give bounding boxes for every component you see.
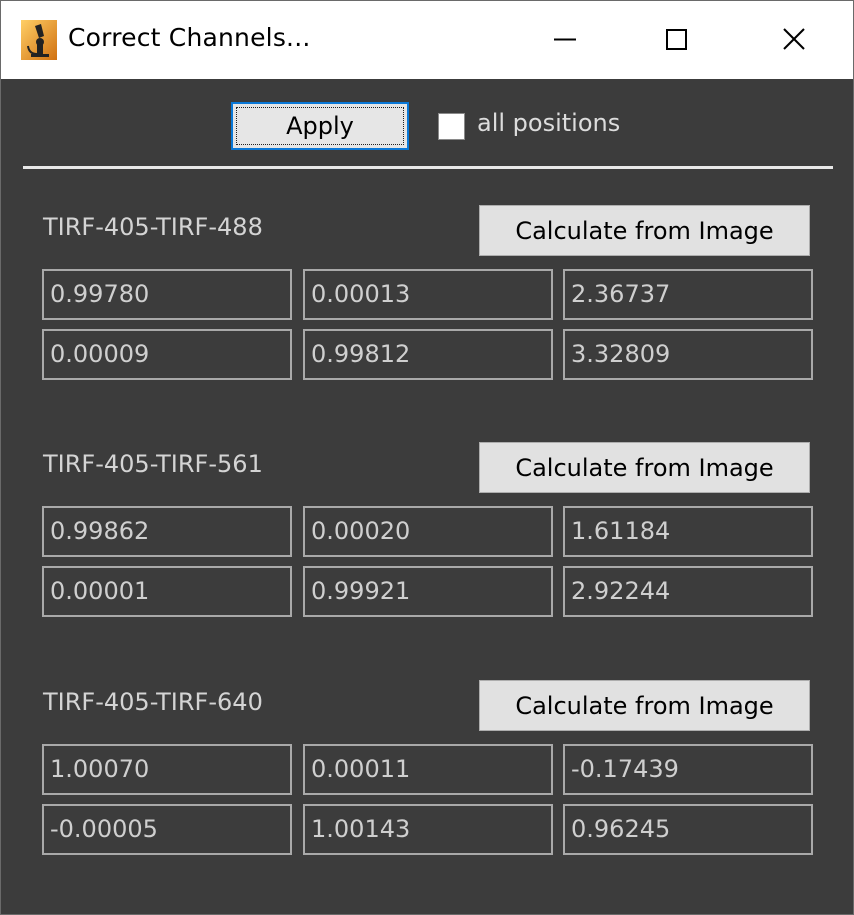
maximize-icon [666, 29, 687, 50]
matrix-field-r0-c2[interactable]: 1.61184 [563, 506, 813, 557]
title-bar[interactable]: Correct Channels... [1, 1, 853, 79]
matrix-field-r0-c0[interactable]: 0.99862 [42, 506, 292, 557]
matrix-field-r1-c1[interactable]: 0.99921 [303, 566, 553, 617]
separator-line [23, 166, 833, 169]
maximize-button[interactable] [620, 1, 736, 79]
all-positions-checkbox[interactable] [438, 113, 465, 140]
matrix-field-r0-c1[interactable]: 0.00013 [303, 269, 553, 320]
matrix-field-r1-c0[interactable]: -0.00005 [42, 804, 292, 855]
matrix-field-r1-c2[interactable]: 2.92244 [563, 566, 813, 617]
all-positions-label[interactable]: all positions [477, 109, 620, 137]
matrix-field-r0-c2[interactable]: -0.17439 [563, 744, 813, 795]
correct-channels-window: Correct Channels... Apply all positions [0, 0, 854, 915]
group-label: TIRF-405-TIRF-488 [43, 213, 263, 241]
matrix-field-r1-c0[interactable]: 0.00009 [42, 329, 292, 380]
group-label: TIRF-405-TIRF-640 [43, 688, 263, 716]
close-button[interactable] [737, 1, 853, 79]
channel-group-488: TIRF-405-TIRF-488 Calculate from Image 0… [1, 205, 853, 385]
minimize-icon [554, 38, 576, 41]
matrix-field-r0-c0[interactable]: 1.00070 [42, 744, 292, 795]
matrix-field-r1-c1[interactable]: 1.00143 [303, 804, 553, 855]
calculate-from-image-button[interactable]: Calculate from Image [479, 680, 810, 731]
matrix-field-r1-c1[interactable]: 0.99812 [303, 329, 553, 380]
window-title: Correct Channels... [68, 23, 311, 52]
microscope-app-icon [21, 20, 57, 60]
group-label: TIRF-405-TIRF-561 [43, 450, 263, 478]
minimize-button[interactable] [504, 1, 620, 79]
matrix-field-r1-c2[interactable]: 0.96245 [563, 804, 813, 855]
channel-group-561: TIRF-405-TIRF-561 Calculate from Image 0… [1, 442, 853, 622]
matrix-field-r0-c2[interactable]: 2.36737 [563, 269, 813, 320]
matrix-field-r1-c0[interactable]: 0.00001 [42, 566, 292, 617]
apply-button[interactable]: Apply [231, 102, 409, 150]
close-icon [783, 28, 805, 50]
channel-group-640: TIRF-405-TIRF-640 Calculate from Image 1… [1, 680, 853, 860]
focus-rectangle [236, 107, 404, 145]
toolbar: Apply all positions [1, 99, 853, 155]
matrix-field-r0-c1[interactable]: 0.00011 [303, 744, 553, 795]
calculate-from-image-button[interactable]: Calculate from Image [479, 205, 810, 256]
calculate-from-image-button[interactable]: Calculate from Image [479, 442, 810, 493]
matrix-field-r0-c1[interactable]: 0.00020 [303, 506, 553, 557]
matrix-field-r1-c2[interactable]: 3.32809 [563, 329, 813, 380]
matrix-field-r0-c0[interactable]: 0.99780 [42, 269, 292, 320]
